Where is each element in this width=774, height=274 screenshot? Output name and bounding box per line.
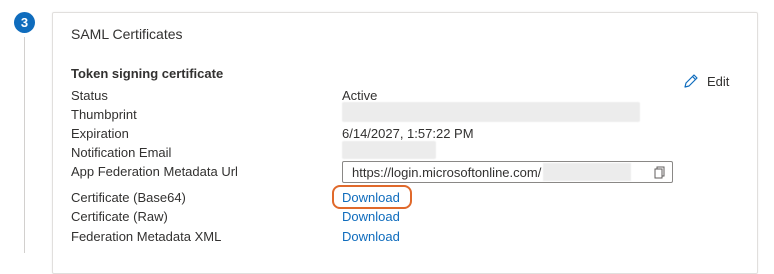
- metadata-url-redacted: [543, 163, 632, 181]
- cert-base64-label: Certificate (Base64): [71, 190, 186, 205]
- step-number-badge: 3: [14, 12, 35, 33]
- copy-icon[interactable]: [653, 166, 666, 179]
- metadata-url-field[interactable]: https://login.microsoftonline.com/: [342, 161, 673, 183]
- thumbprint-value-redacted: [342, 102, 640, 122]
- edit-label: Edit: [707, 73, 730, 89]
- federation-xml-download-link[interactable]: Download: [342, 229, 400, 244]
- step-number: 3: [20, 15, 29, 30]
- status-label: Status: [71, 88, 108, 103]
- card-title: SAML Certificates: [71, 26, 183, 42]
- pencil-icon: [684, 74, 698, 88]
- expiration-label: Expiration: [71, 126, 129, 141]
- cert-raw-download-link[interactable]: Download: [342, 209, 400, 224]
- status-value: Active: [342, 88, 378, 103]
- notification-email-value-redacted: [342, 141, 436, 159]
- thumbprint-label: Thumbprint: [71, 107, 137, 122]
- edit-button[interactable]: Edit: [683, 73, 729, 89]
- step-connector-line: [24, 37, 25, 253]
- notification-email-label: Notification Email: [71, 145, 172, 160]
- section-title: Token signing certificate: [71, 66, 224, 81]
- cert-raw-label: Certificate (Raw): [71, 209, 168, 224]
- expiration-value: 6/14/2027, 1:57:22 PM: [342, 126, 474, 141]
- saml-certificates-card: SAML Certificates Token signing certific…: [52, 12, 758, 274]
- metadata-url-label: App Federation Metadata Url: [71, 164, 238, 179]
- federation-xml-label: Federation Metadata XML: [71, 229, 222, 244]
- cert-base64-download-link[interactable]: Download: [342, 190, 400, 205]
- metadata-url-text: https://login.microsoftonline.com/: [352, 164, 542, 180]
